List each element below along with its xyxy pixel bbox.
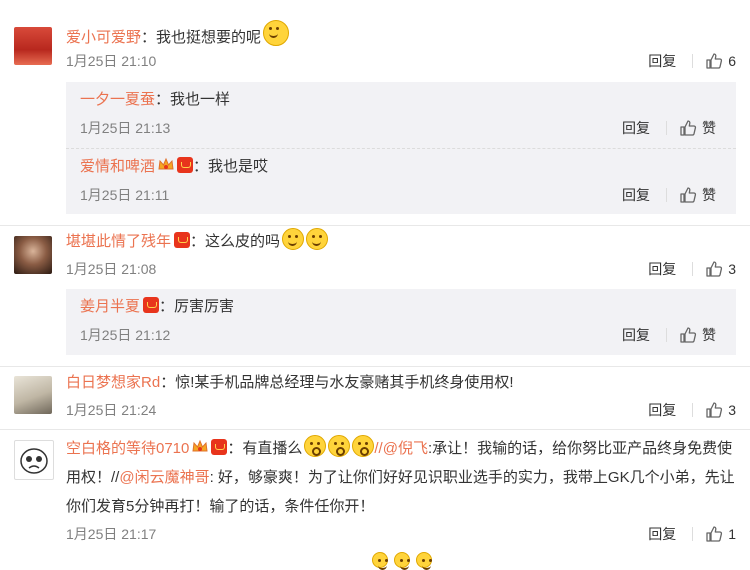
like-button[interactable]: 3 [705,399,736,421]
comment-username[interactable]: 白日梦想家Rd [66,374,160,391]
reply-text: ：我也一样 [155,91,231,108]
reply-button[interactable]: 回复 [648,50,676,72]
reply-time: 1月25日 21:12 [80,327,171,343]
divider [666,188,667,202]
like-count: 1 [728,526,736,542]
comment-item: 堪堪此情了残年 ：这么皮的吗 1月25日 21:08 回复 3 姜月半夏 ：厉害厉害… [0,226,750,367]
cartoon-face-icon [20,448,48,474]
divider [692,527,694,541]
thumbs-up-icon [706,526,723,542]
comment-item: 爱小可爱野：我也挺想要的呢 1月25日 21:10 回复 6 一夕一夏蚕：我也一… [0,0,750,226]
reply-button[interactable]: 回复 [622,117,650,139]
mention-link[interactable]: @闲云魔神哥 [119,469,209,486]
thumbs-up-icon [680,187,697,203]
like-button[interactable]: 赞 [679,324,716,346]
smile-emoji-icon [372,552,388,570]
vip-badge-icon [211,439,228,455]
laugh-emoji-icon [306,228,329,250]
like-count: 3 [728,402,736,418]
comment-username[interactable]: 堪堪此情了残年 [66,233,171,250]
crown-badge-icon [192,439,208,452]
comment-text: ：这么皮的吗 [190,233,281,250]
reply-text: ：厉害厉害 [159,298,235,315]
comment-time: 1月25日 21:24 [66,402,157,418]
like-button[interactable]: 赞 [679,184,716,206]
reply-item: 爱情和啤酒 ：我也是哎 1月25日 21:11 回复 赞 [66,149,736,215]
comment-text: ：我也挺想要的呢 [141,29,262,46]
reply-button[interactable]: 回复 [648,258,676,280]
divider [666,328,667,342]
reply-username[interactable]: 一夕一夏蚕 [80,91,155,108]
reply-time: 1月25日 21:13 [80,120,171,136]
mention-link[interactable]: //@倪飞 [374,440,428,457]
comment-time: 1月25日 21:10 [66,53,157,69]
reply-button[interactable]: 回复 [622,184,650,206]
divider [692,262,694,276]
reply-button[interactable]: 回复 [648,523,676,545]
thumbs-up-icon [706,261,723,277]
like-button[interactable]: 1 [705,523,736,545]
vip-badge-icon [177,157,194,173]
smile-emoji-icon [263,20,290,46]
like-label: 赞 [702,120,716,136]
divider [692,403,694,417]
shock-emoji-icon [304,435,327,457]
reply-list: 姜月半夏 ：厉害厉害 1月25日 21:12 回复 赞 [66,289,736,355]
crown-badge-icon [158,157,174,170]
avatar[interactable] [14,440,54,480]
comment-username[interactable]: 爱小可爱野 [66,29,141,46]
comment-item: 空白格的等待0710 ：有直播么//@倪飞:承让！我输的话，给你努比亚产品终身免费… [0,430,750,554]
like-count: 6 [728,53,736,69]
smile-emoji-icon [416,552,432,570]
shock-emoji-icon [328,435,351,457]
reply-username[interactable]: 爱情和啤酒 [80,158,155,175]
divider [666,121,667,135]
smile-emoji-icon [394,552,410,570]
comment-username[interactable]: 空白格的等待0710 [66,440,189,457]
comment-list: 爱小可爱野：我也挺想要的呢 1月25日 21:10 回复 6 一夕一夏蚕：我也一… [0,0,750,554]
avatar[interactable] [14,236,52,274]
reply-button[interactable]: 回复 [648,399,676,421]
like-button[interactable]: 赞 [679,117,716,139]
reply-item: 姜月半夏 ：厉害厉害 1月25日 21:12 回复 赞 [66,289,736,355]
like-label: 赞 [702,187,716,203]
comment-text: ：有直播么 [227,440,303,457]
like-count: 3 [728,261,736,277]
comment-time: 1月25日 21:17 [66,526,157,542]
thumbs-up-icon [680,327,697,343]
vip-badge-icon [174,232,191,248]
reply-text: ：我也是哎 [193,158,269,175]
avatar[interactable] [14,27,52,65]
divider [692,54,694,68]
thumbs-up-icon [706,53,723,69]
like-button[interactable]: 3 [705,258,736,280]
vip-badge-icon [143,297,160,313]
like-label: 赞 [702,327,716,343]
reply-item: 一夕一夏蚕：我也一样 1月25日 21:13 回复 赞 [66,82,736,149]
avatar[interactable] [14,376,52,414]
reply-list: 一夕一夏蚕：我也一样 1月25日 21:13 回复 赞 爱情和啤酒 ：我也是哎 … [66,82,736,214]
shock-emoji-icon [352,435,375,457]
comment-text: ：惊!某手机品牌总经理与水友豪赌其手机终身使用权! [160,374,514,391]
emoji-row [370,552,432,570]
laugh-emoji-icon [282,228,305,250]
reply-button[interactable]: 回复 [622,324,650,346]
comment-item: 白日梦想家Rd：惊!某手机品牌总经理与水友豪赌其手机终身使用权! 1月25日 2… [0,367,750,430]
like-button[interactable]: 6 [705,50,736,72]
comment-time: 1月25日 21:08 [66,261,157,277]
thumbs-up-icon [706,402,723,418]
reply-username[interactable]: 姜月半夏 [80,298,140,315]
reply-time: 1月25日 21:11 [80,187,170,203]
thumbs-up-icon [680,120,697,136]
